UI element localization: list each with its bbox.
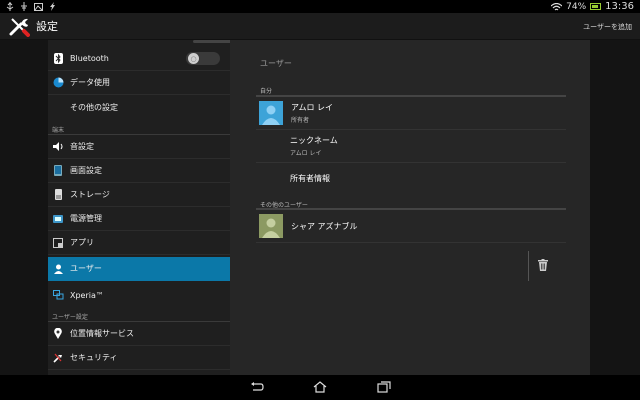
row-divider — [256, 242, 566, 243]
owner-info-row[interactable]: 所有者情報 — [256, 162, 566, 194]
wifi-icon — [551, 2, 563, 10]
sidebar-item-users[interactable]: ユーザー — [48, 257, 230, 281]
add-user-button[interactable]: ユーザーを追加 — [583, 22, 632, 32]
battery-icon — [52, 213, 64, 225]
sidebar-item-apps[interactable]: アプリ — [48, 231, 230, 255]
sidebar-item-security[interactable]: セキュリティ — [48, 346, 230, 370]
sidebar-item-xperia[interactable]: Xperia™ — [48, 283, 230, 307]
sidebar-item-display[interactable]: 画面設定 — [48, 159, 230, 183]
status-indicators: 74% 13:36 — [551, 1, 634, 12]
settings-list[interactable]: Bluetooth ○ データ使用 その他の設定 端末 音設定 画面設定 ストレ… — [48, 40, 230, 375]
nickname-row[interactable]: ニックネーム アムロ レイ — [256, 130, 566, 162]
sidebar-item-power[interactable]: 電源管理 — [48, 207, 230, 231]
display-icon — [52, 165, 64, 177]
sidebar-item-data-usage[interactable]: データ使用 — [48, 71, 230, 95]
section-header-user-settings: ユーザー設定 — [52, 314, 88, 321]
avatar — [259, 101, 283, 125]
data-usage-icon — [52, 77, 64, 89]
action-bar: 設定 ユーザーを追加 — [0, 13, 640, 40]
sidebar-item-label: ユーザー — [70, 264, 102, 273]
security-icon — [52, 352, 64, 364]
image-notification-icon — [34, 2, 43, 11]
sidebar-item-label: 位置情報サービス — [70, 329, 134, 338]
row-action-divider — [528, 251, 529, 281]
other-user-row[interactable]: シャア アズナブル — [256, 210, 566, 242]
users-panel: ユーザー 自分 アムロ レイ 所有者 ニックネーム アムロ レイ 所有者情報 そ… — [230, 40, 590, 375]
sound-icon — [52, 141, 64, 153]
nickname-value: アムロ レイ — [290, 150, 322, 157]
home-icon[interactable] — [313, 381, 327, 393]
settings-tools-icon[interactable] — [8, 15, 30, 37]
lightning-icon — [50, 2, 55, 11]
user-name: アムロ レイ — [291, 103, 333, 112]
user-role: 所有者 — [291, 117, 310, 124]
sidebar-item-label: Xperia™ — [70, 290, 104, 300]
usb-icon — [6, 2, 14, 11]
section-header-device: 端末 — [52, 127, 65, 134]
bluetooth-toggle[interactable]: ○ — [186, 52, 220, 65]
sidebar-item-label: 電源管理 — [70, 214, 102, 223]
storage-icon — [52, 189, 64, 201]
location-icon — [52, 328, 64, 340]
sidebar-item-bluetooth[interactable]: Bluetooth ○ — [48, 47, 230, 71]
scroll-indicator — [193, 40, 230, 43]
recent-apps-icon[interactable] — [377, 381, 391, 393]
navigation-bar — [0, 375, 640, 400]
sidebar-item-label: 画面設定 — [70, 166, 102, 175]
avatar — [259, 214, 283, 238]
notification-icons — [6, 2, 56, 11]
sidebar-item-storage[interactable]: ストレージ — [48, 183, 230, 207]
apps-icon — [52, 237, 64, 249]
battery-percent: 74% — [566, 1, 587, 12]
nickname-label: ニックネーム — [290, 136, 338, 145]
sidebar-item-label: ストレージ — [70, 190, 110, 199]
sidebar-item-label: データ使用 — [70, 78, 110, 87]
user-icon — [52, 263, 64, 275]
clock: 13:36 — [605, 1, 634, 12]
sidebar-item-label: アプリ — [70, 238, 94, 247]
app-title: 設定 — [36, 20, 58, 33]
section-header-self: 自分 — [260, 88, 273, 95]
trash-icon[interactable] — [538, 259, 548, 271]
sidebar-item-sound[interactable]: 音設定 — [48, 135, 230, 159]
battery-icon — [590, 3, 602, 10]
toggle-knob: ○ — [188, 53, 199, 64]
status-bar: 74% 13:36 — [0, 0, 640, 13]
user-name: シャア アズナブル — [291, 221, 358, 231]
sidebar-item-other-settings[interactable]: その他の設定 — [48, 95, 230, 119]
xperia-icon — [52, 289, 64, 301]
back-icon[interactable] — [250, 381, 264, 393]
sidebar-item-label: セキュリティ — [70, 353, 118, 362]
page-title: ユーザー — [260, 59, 292, 68]
owner-info-label: 所有者情報 — [290, 173, 330, 183]
usb-debug-icon — [21, 2, 27, 11]
self-user-row[interactable]: アムロ レイ 所有者 — [256, 97, 566, 129]
bluetooth-icon — [52, 53, 64, 65]
sidebar-item-label: 音設定 — [70, 142, 94, 151]
sidebar-item-location[interactable]: 位置情報サービス — [48, 322, 230, 346]
sidebar-item-label: その他の設定 — [70, 102, 118, 112]
